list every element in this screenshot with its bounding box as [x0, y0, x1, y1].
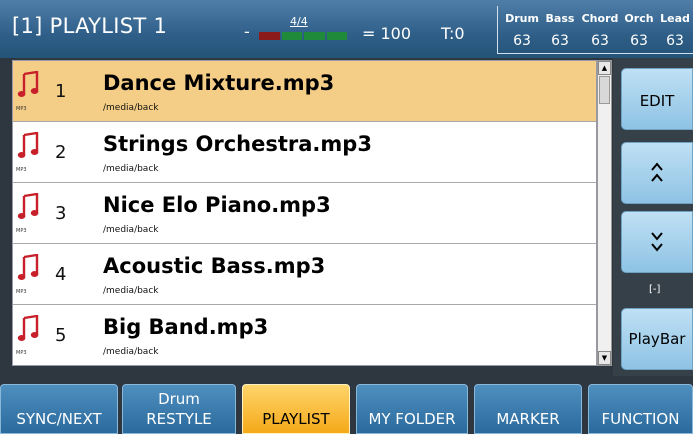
volume-value: 63 [513, 33, 531, 49]
music-note-icon [17, 131, 39, 160]
music-note-icon [17, 192, 39, 221]
volume-label: Drum [505, 12, 539, 25]
tab-sync-next[interactable]: SYNC/NEXT [0, 384, 118, 434]
beat-2 [281, 32, 302, 40]
volume-label: Chord [581, 12, 619, 25]
track-path: /media/back [103, 164, 159, 174]
volume-value: 63 [551, 33, 569, 49]
volume-drum: Drum 63 [504, 12, 540, 49]
playlist-row[interactable]: MP3 5 Big Band.mp3/media/back [13, 305, 596, 365]
tab-function[interactable]: FUNCTION [588, 384, 693, 434]
beat-4 [326, 32, 347, 40]
volume-chord: Chord 63 [580, 12, 620, 49]
track-filename: Dance Mixture.mp3 [103, 71, 335, 95]
volume-label: Bass [545, 12, 575, 25]
track-number: 5 [55, 325, 67, 346]
tab-drum[interactable]: Drum RESTYLE [122, 384, 236, 434]
track-path: /media/back [103, 225, 159, 235]
music-note-icon [17, 70, 39, 99]
volume-bass: Bass 63 [542, 12, 578, 49]
double-down-chevron-icon [651, 232, 663, 252]
volume-panel: Drum 63 Bass 63 Chord 63 Orch 63 Lead 63 [497, 6, 693, 54]
tab-label-line2: RESTYLE [146, 410, 212, 428]
track-number: 2 [55, 142, 67, 163]
bottom-tab-bar: SYNC/NEXT Drum RESTYLE PLAYLIST MY FOLDER MAR… [0, 376, 693, 434]
playbar-button[interactable]: PlayBar [621, 308, 693, 370]
beat-indicator [259, 32, 347, 40]
playlist-row[interactable]: MP3 1 Dance Mixture.mp3/media/back [13, 61, 596, 122]
scroll-thumb[interactable] [599, 76, 610, 104]
volume-orch: Orch 63 [622, 12, 656, 49]
edit-button[interactable]: EDIT [621, 68, 693, 130]
scrollbar[interactable]: ▲ ▼ [597, 60, 612, 366]
scroll-down-arrow-icon[interactable]: ▼ [598, 351, 611, 365]
tab-playlist[interactable]: PLAYLIST [242, 384, 350, 434]
playlist-row[interactable]: MP3 4 Acoustic Bass.mp3/media/back [13, 244, 596, 305]
volume-value: 63 [630, 33, 648, 49]
volume-value: 63 [666, 33, 684, 49]
tab-label: PLAYLIST [262, 410, 330, 428]
mp3-label: MP3 [16, 228, 27, 234]
music-note-icon [17, 314, 39, 343]
right-panel: EDIT [-] PlayBar [613, 58, 693, 376]
track-number: 4 [55, 264, 67, 285]
playlist-row[interactable]: MP3 2 Strings Orchestra.mp3/media/back [13, 122, 596, 183]
track-filename: Strings Orchestra.mp3 [103, 132, 372, 156]
tab-label: MY FOLDER [368, 410, 456, 428]
playlist-title: [1] PLAYLIST 1 [12, 14, 168, 38]
music-note-icon [17, 253, 39, 282]
tab-my-folder[interactable]: MY FOLDER [356, 384, 468, 434]
tab-label: MARKER [496, 410, 560, 428]
mp3-label: MP3 [16, 106, 27, 112]
tab-label: SYNC/NEXT [16, 410, 102, 428]
header-bar: [1] PLAYLIST 1 - 4/4 = 100 T:0 Drum 63 B… [0, 0, 693, 58]
track-path: /media/back [103, 286, 159, 296]
track-path: /media/back [103, 347, 159, 357]
playlist-list[interactable]: MP3 1 Dance Mixture.mp3/media/back MP3 2 Stri… [12, 60, 597, 366]
beat-3 [304, 32, 325, 40]
position-indicator: [-] [649, 284, 661, 295]
move-up-button[interactable] [621, 142, 693, 204]
move-down-button[interactable] [621, 211, 693, 273]
track-number: 3 [55, 203, 67, 224]
track-filename: Nice Elo Piano.mp3 [103, 193, 331, 217]
tab-label: FUNCTION [601, 410, 680, 428]
volume-value: 63 [591, 33, 609, 49]
volume-label: Lead [660, 12, 690, 25]
track-path: /media/back [103, 103, 159, 113]
track-filename: Big Band.mp3 [103, 315, 269, 339]
playlist-row[interactable]: MP3 3 Nice Elo Piano.mp3/media/back [13, 183, 596, 244]
dash-separator: - [244, 22, 250, 41]
tempo-display: = 100 [362, 24, 412, 43]
volume-label: Orch [624, 12, 654, 25]
double-up-chevron-icon [651, 162, 663, 182]
volume-lead: Lead 63 [658, 12, 692, 49]
time-signature: 4/4 [290, 15, 308, 28]
mp3-label: MP3 [16, 289, 27, 295]
track-filename: Acoustic Bass.mp3 [103, 254, 326, 278]
beat-1 [259, 32, 280, 40]
tab-label-line1: Drum [158, 390, 200, 408]
mp3-label: MP3 [16, 350, 27, 356]
track-number: 1 [55, 81, 67, 102]
scroll-up-arrow-icon[interactable]: ▲ [598, 61, 611, 75]
transpose-display: T:0 [441, 24, 465, 43]
tab-marker[interactable]: MARKER [474, 384, 582, 434]
mp3-label: MP3 [16, 167, 27, 173]
